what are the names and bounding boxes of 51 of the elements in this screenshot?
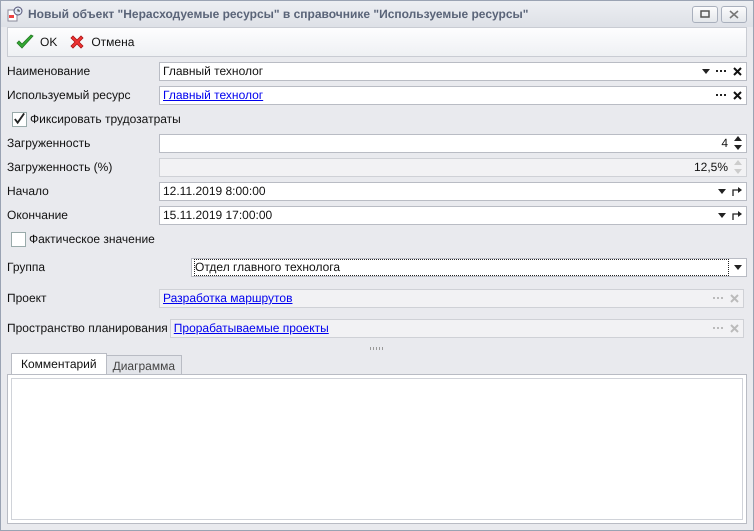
tab[interactable]: Диаграмма bbox=[106, 355, 182, 374]
input-field[interactable]: 15.11.2019 17:00:00 bbox=[159, 206, 747, 224]
field-label: Загруженность (%) bbox=[7, 160, 114, 174]
close-button[interactable] bbox=[721, 6, 747, 22]
field-label: Группа bbox=[7, 260, 46, 274]
input-field[interactable]: 12.11.2019 8:00:00 bbox=[159, 182, 747, 200]
checkbox[interactable] bbox=[12, 112, 27, 126]
clear-icon[interactable] bbox=[733, 66, 742, 76]
field-label: Окончание bbox=[7, 208, 69, 222]
value-link[interactable]: Главный технолог bbox=[163, 88, 264, 102]
ok-button[interactable]: OK bbox=[14, 32, 60, 52]
dropdown-icon[interactable] bbox=[702, 68, 710, 74]
cross-icon bbox=[69, 34, 86, 50]
field-value: Главный технолог bbox=[163, 64, 264, 78]
ellipsis-icon[interactable] bbox=[716, 70, 727, 72]
input-field[interactable]: Отдел главного технолога bbox=[191, 258, 747, 276]
input-field[interactable]: Главный технолог bbox=[159, 86, 747, 104]
clear-icon[interactable] bbox=[733, 90, 742, 100]
maximize-button[interactable] bbox=[692, 6, 718, 22]
field-value: 12.11.2019 8:00:00 bbox=[163, 184, 266, 198]
cancel-button[interactable]: Отмена bbox=[67, 32, 136, 52]
field-value: 15.11.2019 17:00:00 bbox=[163, 208, 272, 222]
maximize-icon bbox=[700, 10, 710, 18]
checkbox-label: Фактическое значение bbox=[29, 232, 155, 246]
checkmark-icon bbox=[16, 34, 34, 50]
field-value: 4 bbox=[721, 136, 728, 150]
field-label: Пространство планирования bbox=[7, 321, 169, 335]
ellipsis-icon[interactable] bbox=[716, 94, 727, 96]
spin-arrows-icon[interactable] bbox=[734, 136, 742, 150]
comment-field[interactable] bbox=[11, 378, 743, 520]
splitter-grip-icon[interactable] bbox=[370, 346, 384, 350]
checkbox-label: Фиксировать трудозатраты bbox=[30, 112, 181, 126]
field-label: Проект bbox=[7, 291, 48, 305]
dropdown-icon[interactable] bbox=[718, 212, 726, 218]
field-value: 12,5% bbox=[694, 160, 728, 174]
goto-arrow-icon[interactable] bbox=[732, 186, 742, 196]
tab[interactable]: Комментарий bbox=[11, 353, 107, 374]
field-value: Отдел главного технолога bbox=[195, 260, 340, 274]
field-label: Наименование bbox=[7, 64, 92, 78]
window-title: Новый объект "Нерасходуемые ресурсы" в справочнике "Используемые ресурсы" bbox=[28, 7, 530, 21]
field-label: Используемый ресурс bbox=[7, 88, 132, 102]
goto-arrow-icon[interactable] bbox=[732, 210, 742, 220]
input-field[interactable]: 4 bbox=[159, 134, 747, 152]
checkbox[interactable] bbox=[11, 232, 26, 246]
field-label: Начало bbox=[7, 184, 50, 198]
input-field[interactable]: Главный технолог bbox=[159, 62, 747, 80]
dropdown-icon[interactable] bbox=[718, 188, 726, 194]
form-clock-icon bbox=[7, 6, 23, 22]
close-icon bbox=[729, 10, 739, 18]
dropdown-icon[interactable] bbox=[734, 264, 742, 270]
field-label: Загруженность bbox=[7, 136, 92, 150]
